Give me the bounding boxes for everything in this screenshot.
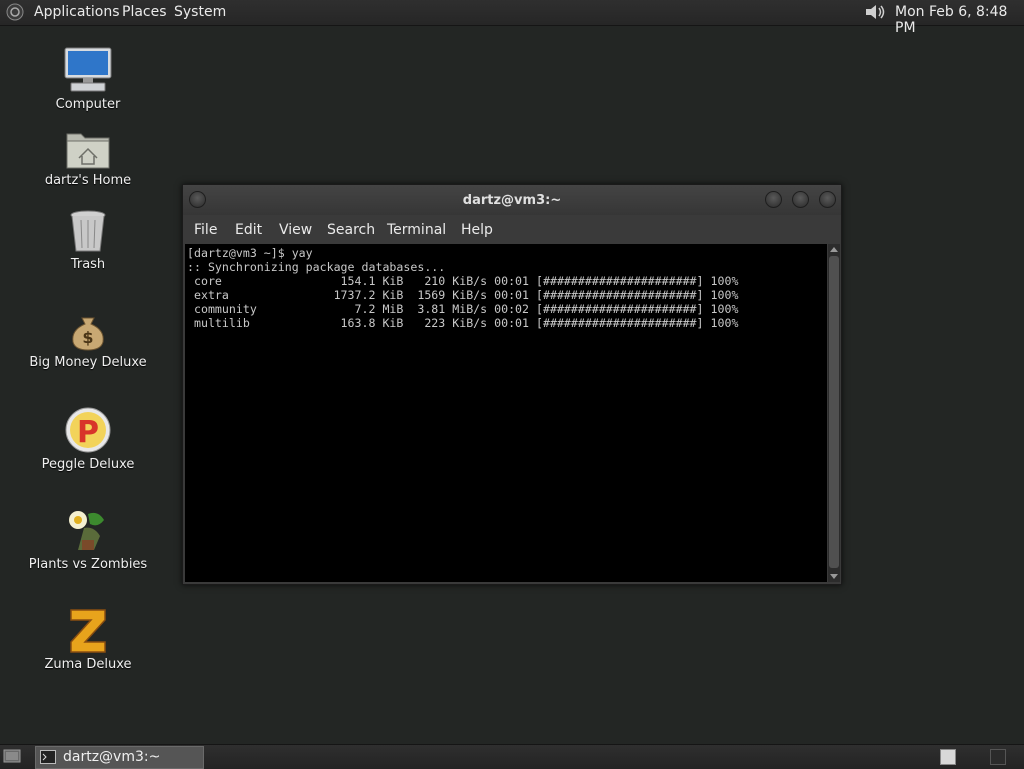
desktop-icon-plants-vs-zombies[interactable]: Plants vs Zombies: [28, 506, 148, 572]
peggle-icon: P: [65, 407, 111, 453]
desktop-icon-label: Plants vs Zombies: [28, 557, 148, 572]
desktop-icon-big-money[interactable]: $ Big Money Deluxe: [28, 310, 148, 370]
terminal-output-area[interactable]: [dartz@vm3 ~]$ yay :: Synchronizing pack…: [185, 244, 827, 582]
window-title: dartz@vm3:~: [462, 193, 562, 208]
desktop-icon-label: Zuma Deluxe: [44, 657, 132, 672]
places-menu[interactable]: Places: [122, 4, 167, 20]
volume-icon[interactable]: [863, 3, 887, 21]
money-bag-icon: $: [72, 317, 104, 351]
minimize-button[interactable]: [765, 191, 782, 208]
desktop-icon-zuma[interactable]: Zuma Deluxe: [28, 606, 148, 672]
clock[interactable]: Mon Feb 6, 8:48 PM: [895, 4, 1024, 36]
taskbar-item-label: dartz@vm3:~: [63, 749, 161, 765]
close-button[interactable]: [819, 191, 836, 208]
desktop-icon-home[interactable]: dartz's Home: [28, 128, 148, 188]
workspace-switcher-1[interactable]: [940, 749, 956, 765]
workspace-switcher-2[interactable]: [990, 749, 1006, 765]
terminal-line: extra 1737.2 KiB 1569 KiB/s 00:01 [#####…: [187, 288, 739, 302]
terminal-text[interactable]: [dartz@vm3 ~]$ yay :: Synchronizing pack…: [187, 246, 738, 330]
window-titlebar[interactable]: dartz@vm3:~: [183, 185, 841, 215]
svg-text:$: $: [82, 328, 93, 347]
gnome-foot-icon[interactable]: [6, 3, 24, 21]
menu-search[interactable]: Search: [327, 222, 375, 238]
computer-icon: [64, 47, 112, 92]
desktop-icon-label: Big Money Deluxe: [29, 355, 147, 370]
zuma-icon: [70, 609, 106, 653]
system-menu[interactable]: System: [174, 4, 226, 20]
scroll-down-arrow-icon[interactable]: [830, 574, 838, 579]
show-desktop-icon[interactable]: [3, 748, 21, 765]
top-panel: Applications Places System Mon Feb 6, 8:…: [0, 0, 1024, 36]
menu-help[interactable]: Help: [461, 222, 493, 238]
terminal-line: community 7.2 MiB 3.81 MiB/s 00:02 [####…: [187, 302, 739, 316]
menu-terminal[interactable]: Terminal: [387, 222, 446, 238]
menu-file[interactable]: File: [194, 222, 217, 238]
bottom-panel: dartz@vm3:~: [0, 744, 1024, 769]
menu-view[interactable]: View: [279, 222, 312, 238]
terminal-line: [dartz@vm3 ~]$ yay: [187, 246, 313, 260]
home-folder-icon: [66, 133, 110, 169]
desktop-icon-label: Trash: [70, 257, 106, 272]
trash-icon: [70, 210, 106, 252]
menu-edit[interactable]: Edit: [235, 222, 262, 238]
terminal-menubar: File Edit View Search Terminal Help: [183, 215, 841, 243]
terminal-line: multilib 163.8 KiB 223 KiB/s 00:01 [####…: [187, 316, 739, 330]
desktop-icon-trash[interactable]: Trash: [28, 208, 148, 272]
desktop-icon-label: Peggle Deluxe: [41, 457, 135, 472]
maximize-button[interactable]: [792, 191, 809, 208]
taskbar-item-terminal[interactable]: dartz@vm3:~: [35, 746, 204, 769]
terminal-line: core 154.1 KiB 210 KiB/s 00:01 [########…: [187, 274, 739, 288]
desktop-icon-peggle[interactable]: P Peggle Deluxe: [28, 406, 148, 472]
desktop-icon-label: dartz's Home: [44, 173, 132, 188]
terminal-scrollbar[interactable]: [828, 244, 840, 582]
plants-vs-zombies-icon: [69, 511, 104, 550]
desktop-icon-label: Computer: [55, 97, 121, 112]
terminal-line: :: Synchronizing package databases...: [187, 260, 446, 274]
applications-menu[interactable]: Applications: [34, 4, 120, 20]
svg-text:P: P: [77, 415, 99, 450]
scrollbar-thumb[interactable]: [829, 256, 839, 568]
desktop-icon-computer[interactable]: Computer: [28, 46, 148, 112]
scroll-up-arrow-icon[interactable]: [830, 247, 838, 252]
terminal-window[interactable]: dartz@vm3:~ File Edit View Search Termin…: [182, 184, 842, 585]
terminal-icon: [40, 750, 56, 764]
